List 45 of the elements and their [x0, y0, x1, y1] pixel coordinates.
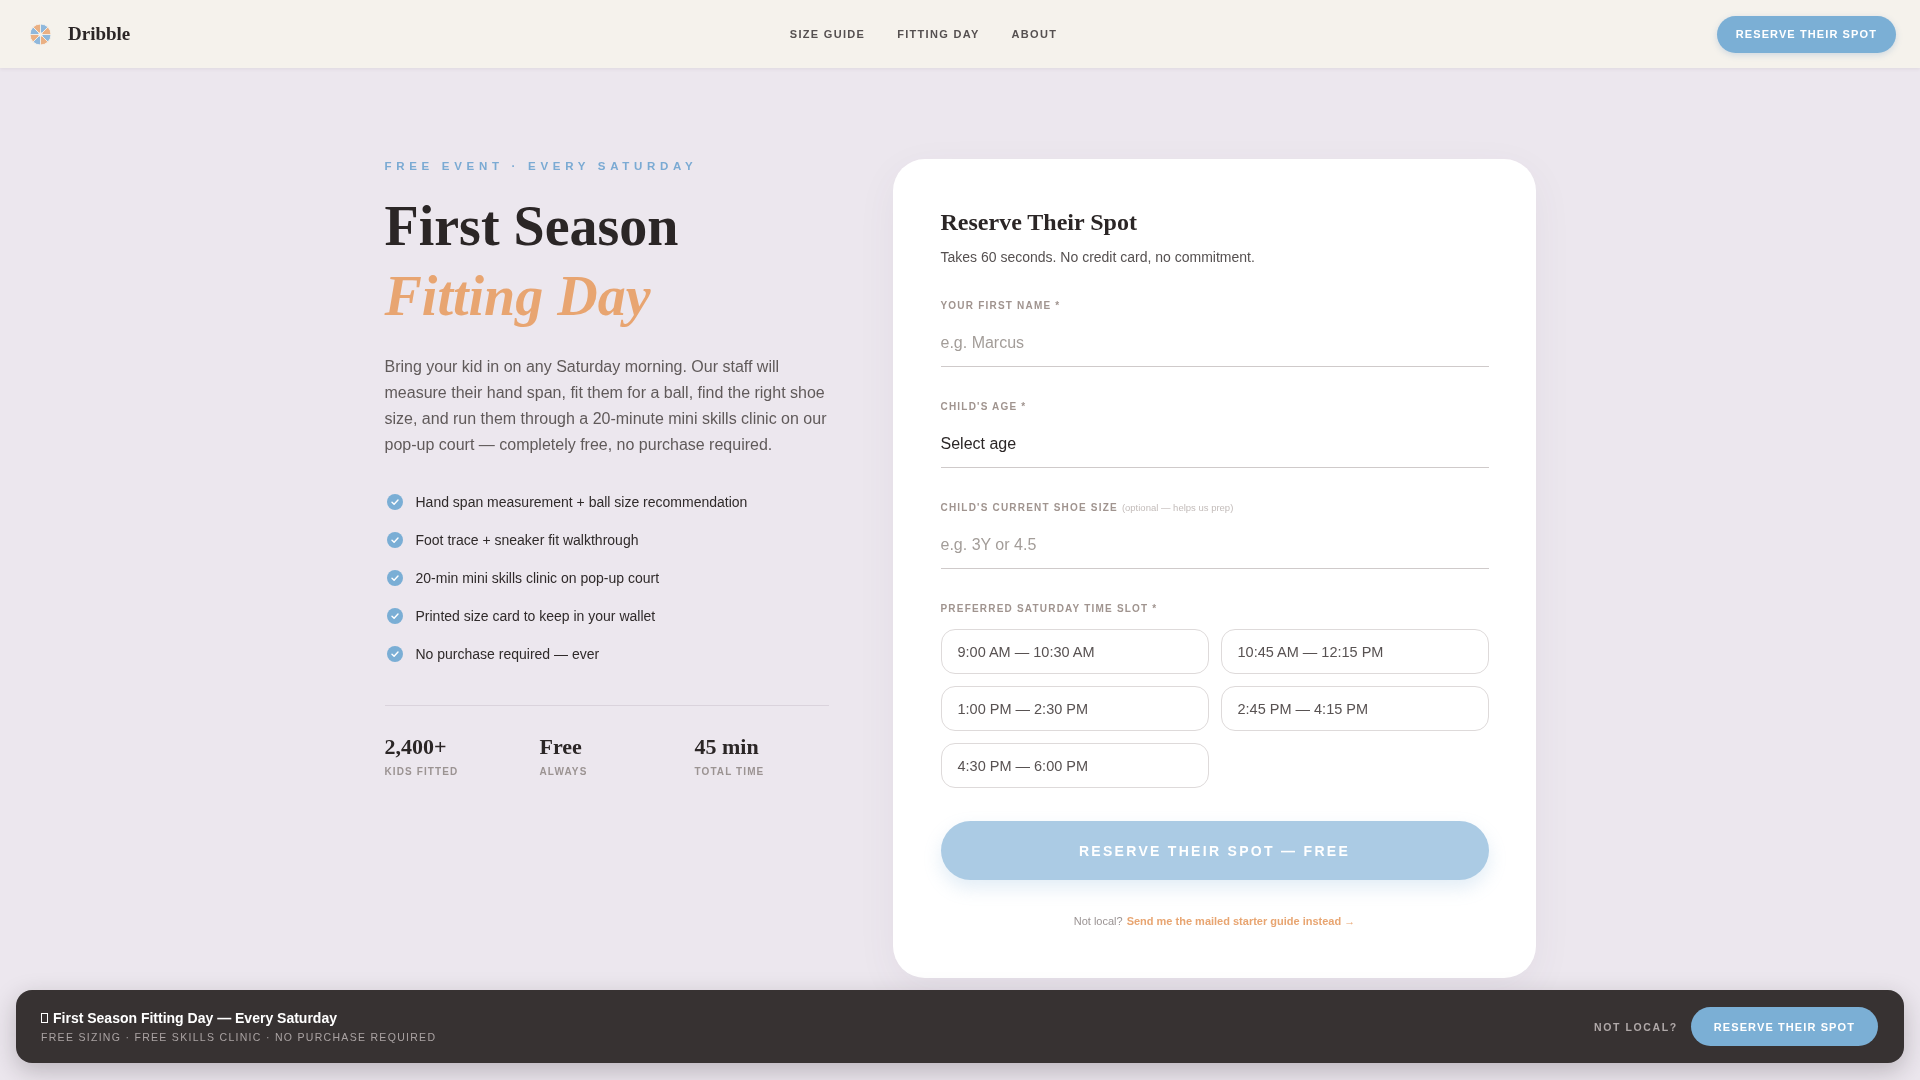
feature-text: 20-min mini skills clinic on pop-up court	[415, 570, 660, 586]
stat-label: KIDS FITTED	[384, 765, 459, 779]
stat-value: 2,400+	[384, 733, 447, 761]
feature-text: Printed size card to keep in your wallet	[415, 608, 656, 624]
field-label: CHILD'S CURRENT SHOE SIZE	[940, 501, 1118, 515]
form-title: Reserve Their Spot	[940, 208, 1138, 237]
text-input[interactable]: e.g. 3Y or 4.5	[940, 521, 1489, 569]
nav-link[interactable]: ABOUT	[1011, 28, 1058, 40]
stat-label: TOTAL TIME	[694, 765, 765, 779]
field-label: YOUR FIRST NAME *	[940, 299, 1061, 313]
time-slot-button[interactable]: 4:30 PM — 6:00 PM	[940, 743, 1209, 788]
eyebrow-text: FREE EVENT · EVERY SATURDAY	[384, 159, 699, 173]
feature-text: Hand span measurement + ball size recommendation	[415, 494, 748, 510]
text-input[interactable]: e.g. Marcus	[940, 319, 1489, 367]
stat-value: 45 min	[694, 733, 759, 761]
nav-link[interactable]: FITTING DAY	[897, 28, 980, 40]
stat-label: ALWAYS	[539, 765, 588, 779]
select-field[interactable]: Select age	[940, 420, 1489, 468]
time-slot-button[interactable]: 10:45 AM — 12:15 PM	[1220, 629, 1489, 674]
check-circle-icon	[386, 608, 403, 624]
check-circle-icon	[386, 532, 403, 548]
time-slot-button[interactable]: 2:45 PM — 4:15 PM	[1220, 686, 1489, 731]
pinwheel-logo-icon	[30, 23, 51, 45]
time-slot-button[interactable]: 1:00 PM — 2:30 PM	[940, 686, 1209, 731]
check-circle-icon	[386, 494, 403, 510]
check-circle-icon	[386, 570, 403, 586]
field-label: CHILD'S AGE *	[940, 400, 1027, 414]
banner-title: First Season Fitting Day — Every Saturday	[53, 1009, 337, 1027]
banner-subtitle: FREE SIZING · FREE SKILLS CLINIC · NO PURCHASE REQUIRED	[41, 1030, 437, 1044]
form-subtitle: Takes 60 seconds. No credit card, no commitment.	[940, 248, 1256, 267]
time-slot-button[interactable]: 9:00 AM — 10:30 AM	[940, 629, 1209, 674]
not-local-text: Not local?	[1073, 914, 1123, 929]
missing-glyph-icon	[41, 1013, 48, 1023]
optional-note: (optional — helps us prep)	[1121, 501, 1234, 515]
stat-value: Free	[539, 733, 582, 761]
hero-title-accent: Fitting Day	[384, 264, 651, 329]
brand-name[interactable]: Dribble	[68, 23, 131, 45]
not-local-label: NOT LOCAL?	[1594, 1020, 1678, 1033]
feature-text: No purchase required — ever	[415, 646, 600, 662]
field-label: PREFERRED SATURDAY TIME SLOT *	[940, 602, 1158, 616]
nav-link[interactable]: SIZE GUIDE	[789, 28, 866, 40]
feature-text: Foot trace + sneaker fit walkthrough	[415, 532, 639, 548]
check-circle-icon	[386, 646, 403, 662]
hero-title: First Season	[384, 194, 679, 259]
intro-paragraph: Bring your kid in on any Saturday morning. Our staff will measure their hand span, fit them for a ball, find the right shoe size, and run them through a 20-minute mini skills clinic on our pop-up court — completely free, no purchase required.	[384, 357, 828, 455]
